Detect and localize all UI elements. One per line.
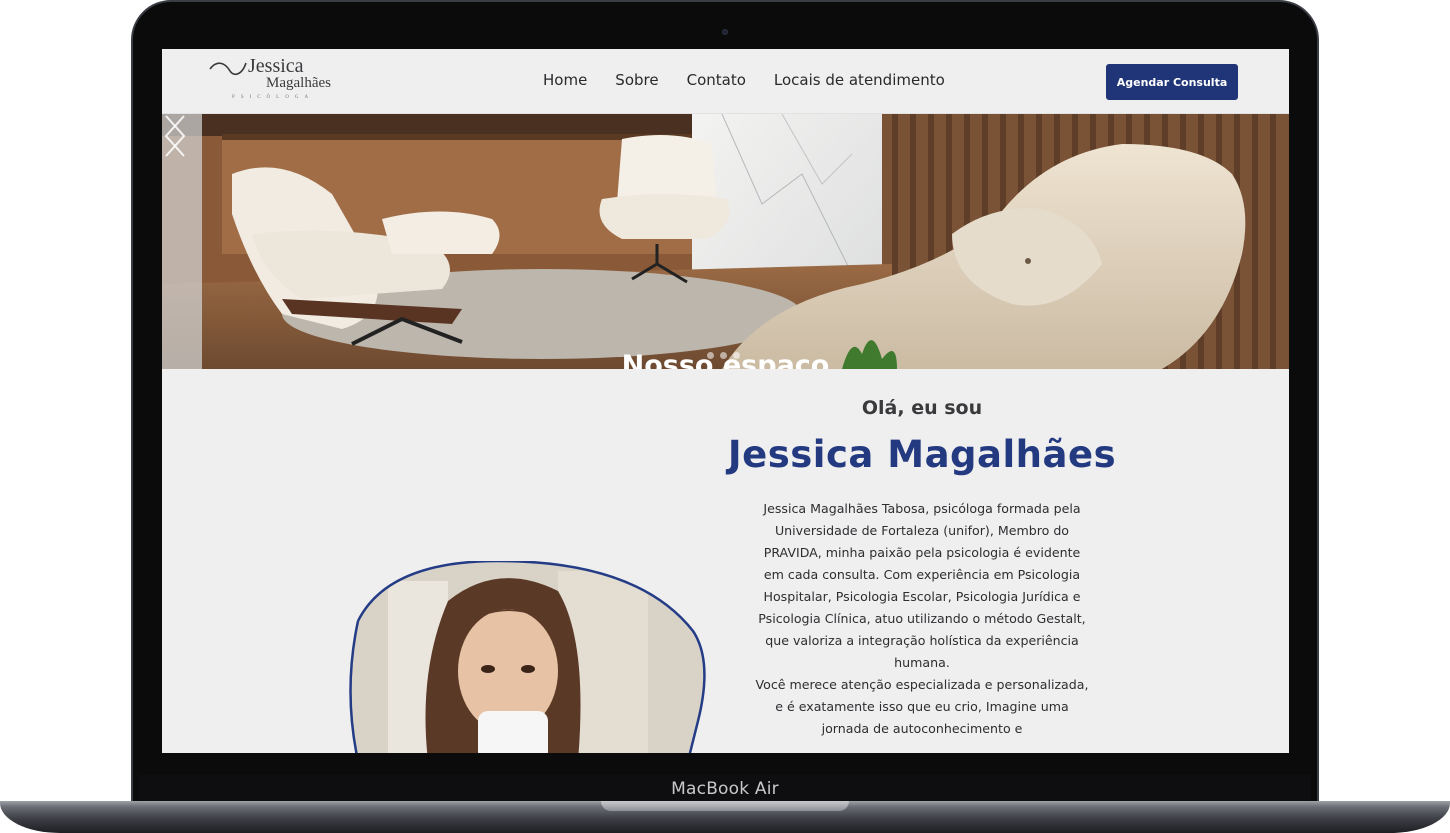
laptop-notch <box>601 801 849 811</box>
schedule-appointment-button[interactable]: Agendar Consulta <box>1106 64 1238 100</box>
browser-screen: Jessica Magalhães PSICÓLOGA Home Sobre C… <box>162 49 1289 753</box>
hero-office-image <box>162 114 1289 369</box>
logo-text-last: Magalhães <box>266 75 331 91</box>
site-logo[interactable]: Jessica Magalhães PSICÓLOGA <box>208 53 338 107</box>
hero-caption: Nosso espaço <box>621 350 830 369</box>
main-nav: Home Sobre Contato Locais de atendimento <box>543 71 973 89</box>
bio-text: Jessica Magalhães Tabosa, psicóloga form… <box>752 498 1092 740</box>
nav-link-contato[interactable]: Contato <box>687 71 746 89</box>
bio-paragraph: Jessica Magalhães Tabosa, psicóloga form… <box>758 501 1086 670</box>
psychologist-name: Jessica Magalhães <box>727 433 1117 476</box>
hero-carousel: Nosso espaço <box>162 114 1289 369</box>
about-section: Olá, eu sou Jessica Magalhães Jessica Ma… <box>162 369 1289 753</box>
camera-icon <box>722 29 728 35</box>
laptop-chin: MacBook Air <box>139 775 1311 803</box>
site-header: Jessica Magalhães PSICÓLOGA Home Sobre C… <box>162 49 1289 114</box>
bio-paragraph: Você merece atenção especializada e pers… <box>755 677 1089 736</box>
logo-tagline: PSICÓLOGA <box>232 95 315 100</box>
greeting-text: Olá, eu sou <box>861 397 983 419</box>
nav-link-locais[interactable]: Locais de atendimento <box>774 71 945 89</box>
profile-photo <box>349 561 706 753</box>
logo-swirl-icon <box>209 62 247 76</box>
carousel-next-icon[interactable] <box>162 114 188 158</box>
device-label: MacBook Air <box>671 779 779 799</box>
nav-link-home[interactable]: Home <box>543 71 587 89</box>
nav-link-sobre[interactable]: Sobre <box>615 71 658 89</box>
